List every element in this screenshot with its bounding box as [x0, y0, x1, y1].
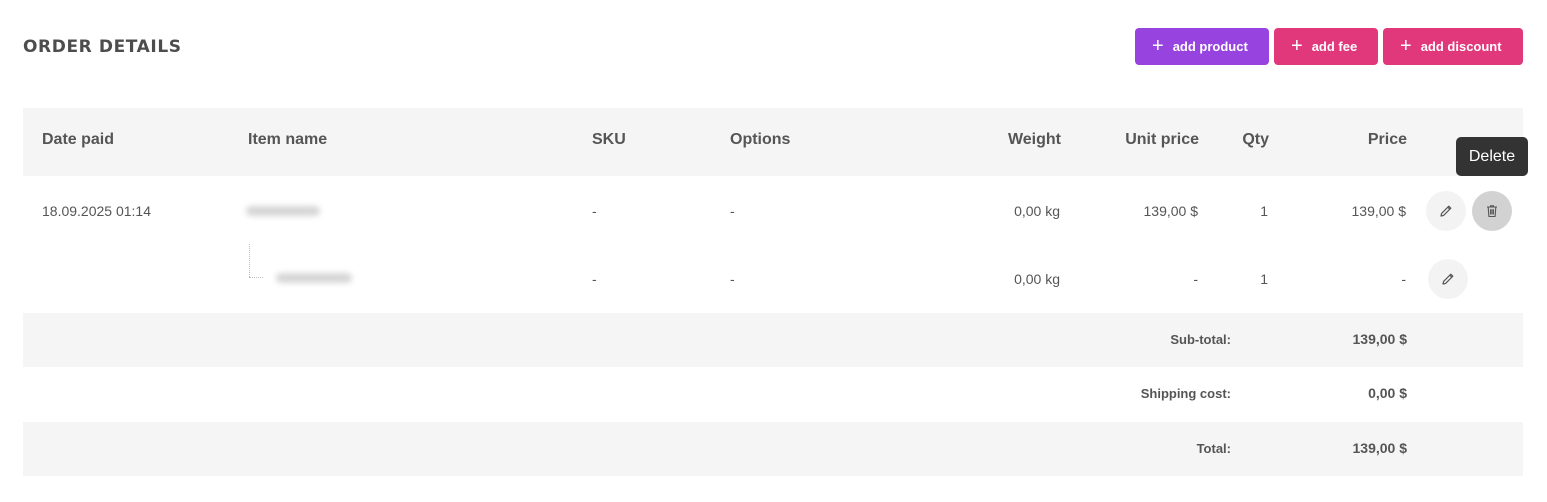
subtotal-row: Sub-total: 139,00 $: [23, 313, 1523, 367]
trash-icon: [1487, 205, 1497, 218]
shipping-row: Shipping cost: 0,00 $: [23, 367, 1523, 421]
plus-icon: +: [1152, 34, 1164, 57]
edit-button[interactable]: [1428, 259, 1468, 299]
tree-connector: [249, 244, 250, 277]
sku-cell: -: [592, 271, 597, 287]
page-title: ORDER DETAILS: [23, 37, 182, 57]
shipping-value: 0,00 $: [1368, 385, 1407, 401]
column-header-item-name: Item name: [248, 131, 328, 148]
table-header: Date paid Item name SKU Options Weight U…: [23, 108, 1523, 176]
column-header-date-paid: Date paid: [42, 131, 115, 148]
options-cell: -: [730, 203, 735, 219]
weight-cell: 0,00 kg: [1014, 271, 1060, 287]
price-cell: -: [1401, 271, 1406, 287]
shipping-label: Shipping cost:: [1140, 386, 1231, 401]
add-fee-label: add fee: [1311, 39, 1358, 54]
weight-cell: 0,00 kg: [1014, 203, 1060, 219]
pencil-icon: [1440, 205, 1452, 217]
add-discount-label: add discount: [1420, 39, 1502, 54]
column-header-unit-price: Unit price: [1125, 131, 1199, 148]
column-header-options: Options: [730, 131, 791, 148]
plus-icon: +: [1291, 34, 1303, 57]
column-header-weight: Weight: [1007, 131, 1061, 148]
column-header-qty: Qty: [1242, 131, 1269, 148]
blurred-item-name: [246, 206, 320, 216]
date-paid-cell: 18.09.2025 01:14: [42, 203, 151, 219]
plus-icon: +: [1400, 34, 1412, 57]
blurred-item-name: [276, 273, 352, 283]
options-cell: -: [730, 271, 735, 287]
edit-button[interactable]: [1426, 191, 1466, 231]
subtotal-label: Sub-total:: [1170, 332, 1231, 347]
qty-cell: 1: [1260, 203, 1268, 219]
add-product-button[interactable]: + add product: [1135, 28, 1269, 65]
total-label: Total:: [1196, 441, 1231, 456]
total-row: Total: 139,00 $: [23, 422, 1523, 476]
subtotal-value: 139,00 $: [1352, 331, 1408, 347]
pencil-icon: [1442, 273, 1454, 285]
unit-price-cell: -: [1193, 271, 1198, 287]
sku-cell: -: [592, 203, 597, 219]
column-header-sku: SKU: [592, 131, 626, 148]
delete-button[interactable]: [1472, 191, 1512, 231]
add-discount-button[interactable]: + add discount: [1383, 28, 1523, 65]
unit-price-cell: 139,00 $: [1143, 203, 1199, 219]
tree-connector-branch: [249, 277, 263, 278]
qty-cell: 1: [1260, 271, 1268, 287]
delete-tooltip: Delete: [1456, 137, 1528, 176]
column-header-price: Price: [1367, 131, 1407, 148]
add-fee-button[interactable]: + add fee: [1274, 28, 1378, 65]
price-cell: 139,00 $: [1351, 203, 1407, 219]
total-value: 139,00 $: [1352, 440, 1408, 456]
add-product-label: add product: [1172, 39, 1248, 54]
